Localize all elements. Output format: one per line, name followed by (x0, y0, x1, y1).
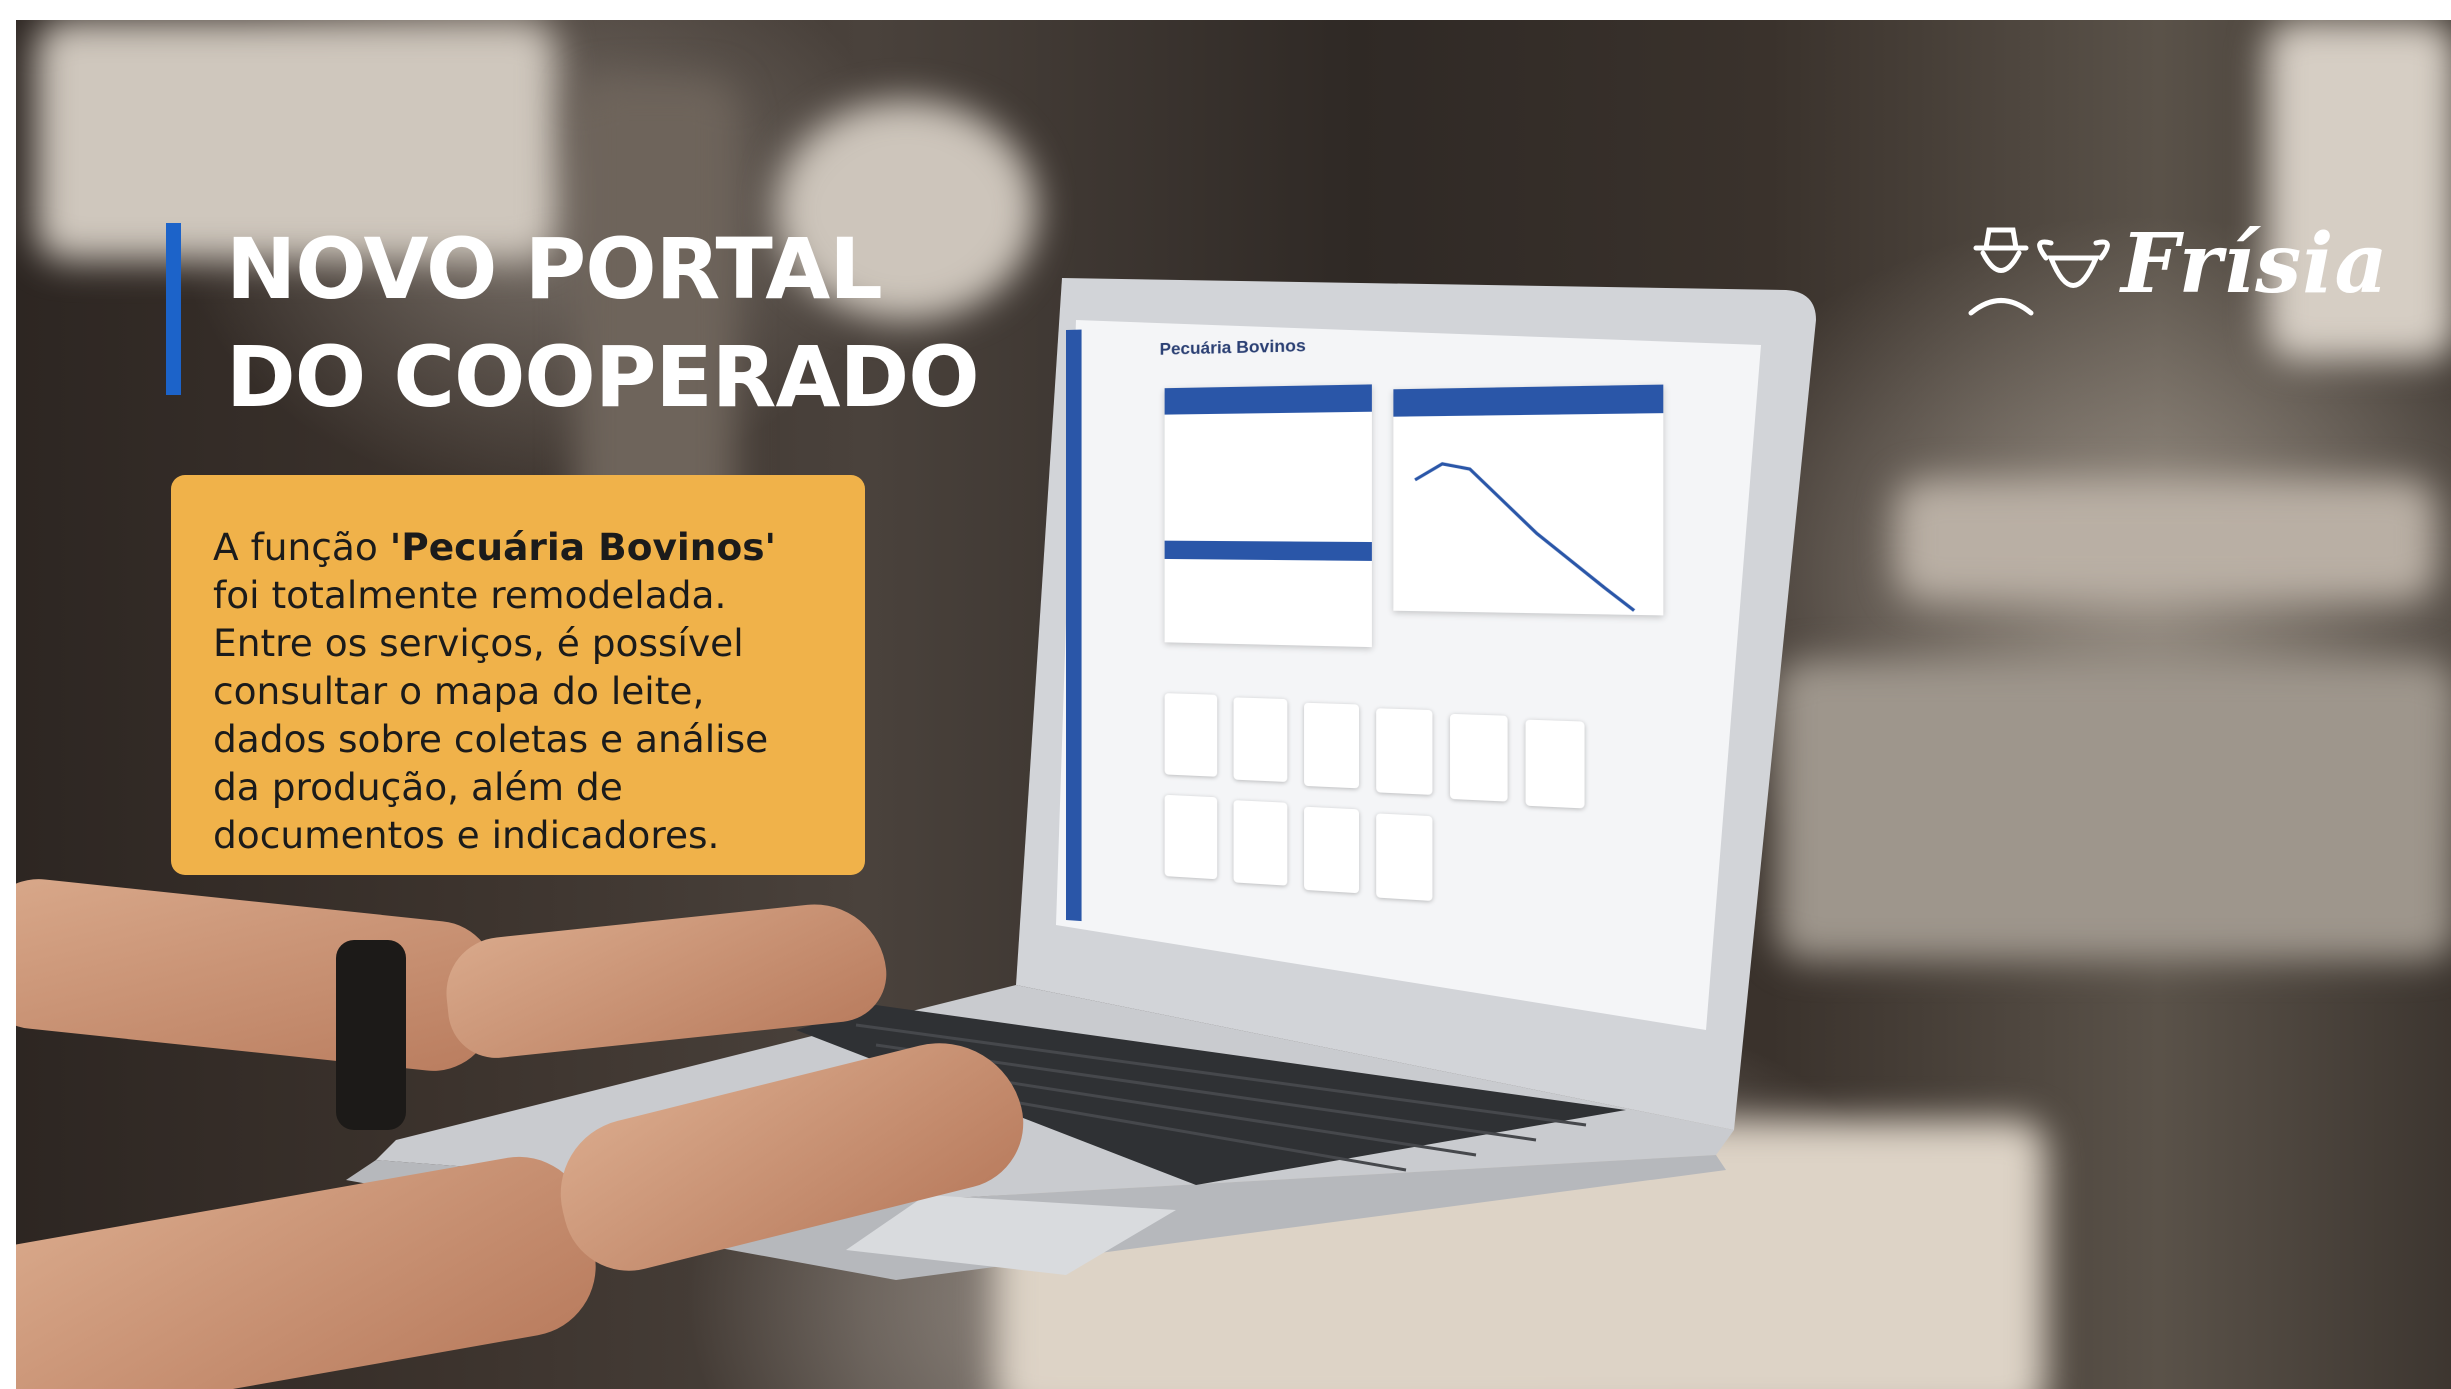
info-prefix: A função (213, 525, 390, 569)
portal-sidebar (1066, 329, 1082, 922)
portal-card-left (1164, 384, 1372, 648)
portal-tile (1233, 697, 1288, 783)
portal-page-title: Pecuária Bovinos (1159, 335, 1306, 359)
portal-card-left-table-header (1164, 540, 1372, 561)
portal-tile (1304, 702, 1360, 789)
portal-tile (1164, 693, 1218, 777)
portal-tile (1449, 713, 1508, 802)
laptop-screen-portal: Pecuária Bovinos (1066, 297, 1819, 995)
portal-card-chart (1393, 384, 1664, 616)
headline-line-2: DO COOPERADO (226, 328, 980, 426)
portal-tile (1525, 719, 1585, 809)
info-text: A função 'Pecuária Bovinos' foi totalmen… (213, 523, 823, 859)
frisia-logo: Frísia (1951, 210, 2388, 340)
info-box: A função 'Pecuária Bovinos' foi totalmen… (171, 475, 865, 875)
portal-tile (1376, 813, 1433, 902)
portal-tile (1233, 800, 1288, 886)
portal-mini-line-chart (1393, 413, 1663, 615)
photo-scene: Pecuária Bovinos NOVO PORTAL DO COOPERAD… (16, 20, 2451, 1389)
headline-line-1: NOVO PORTAL (226, 220, 883, 318)
portal-card-left-header (1164, 384, 1372, 415)
portal-tile (1304, 806, 1360, 894)
farmer-cow-icon (1968, 227, 2110, 316)
headline: NOVO PORTAL DO COOPERADO (226, 215, 980, 431)
portal-card-chart-header (1393, 384, 1664, 417)
frisia-logo-text: Frísia (2121, 216, 2389, 312)
portal-tile (1376, 708, 1433, 795)
wristwatch (336, 940, 406, 1130)
headline-accent-bar (166, 223, 181, 395)
portal-tile (1164, 794, 1218, 880)
info-highlight: 'Pecuária Bovinos' (389, 525, 777, 569)
info-body: foi totalmente remodelada. Entre os serv… (213, 573, 769, 857)
